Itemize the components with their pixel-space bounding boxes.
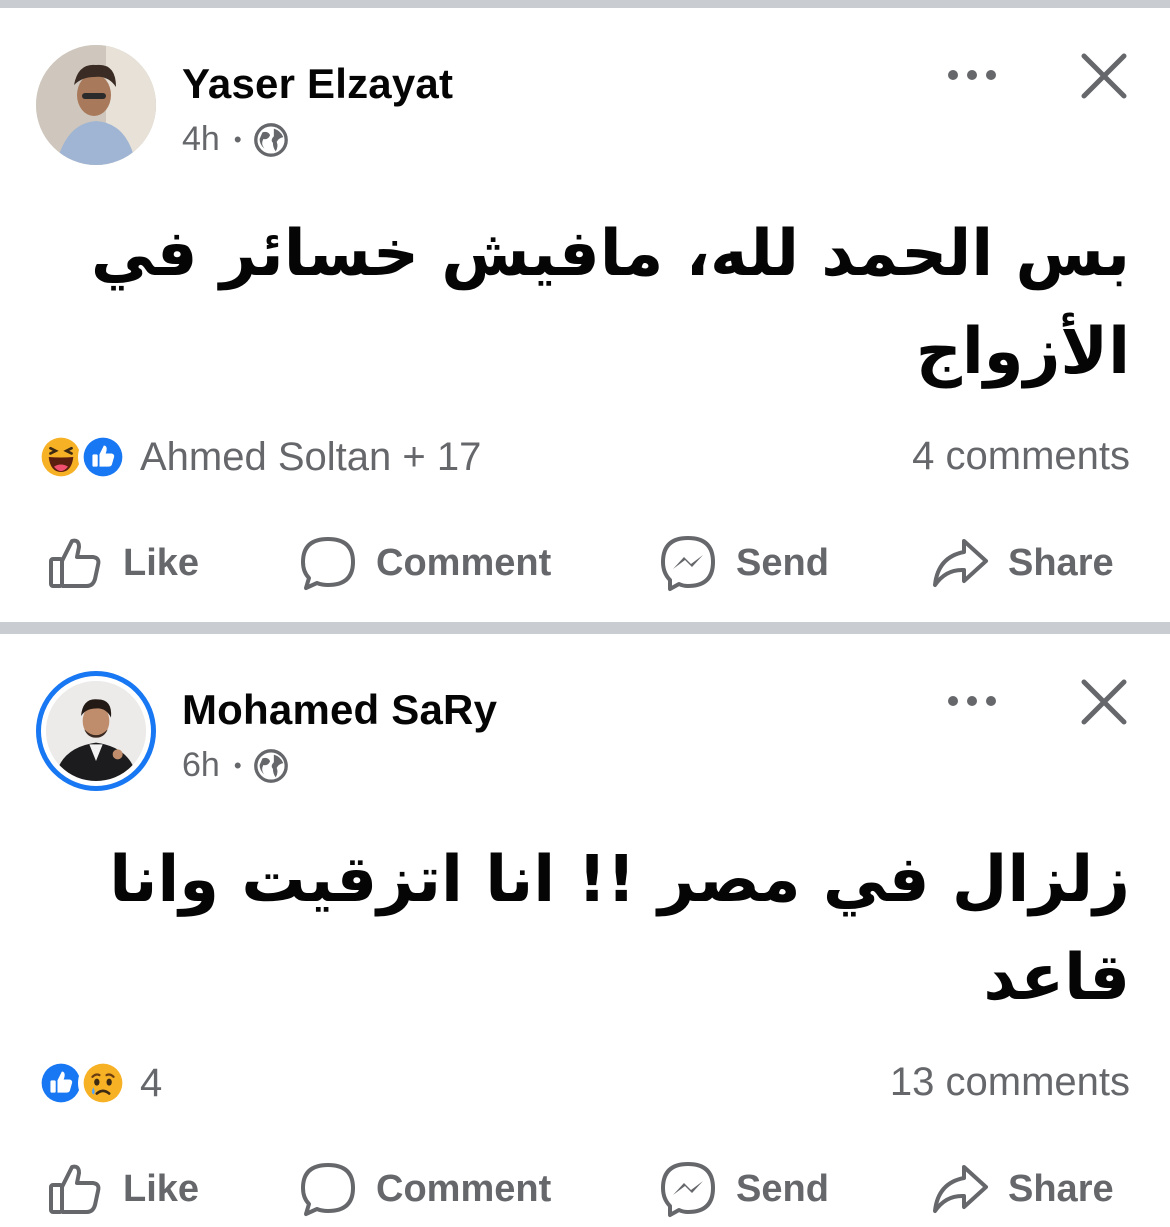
- post-text: بس الحمد لله، مافيش خسائر في الأزواج: [50, 205, 1130, 401]
- reactions-text[interactable]: Ahmed Soltan + 17: [140, 435, 481, 480]
- post-meta: 6h •: [182, 746, 290, 785]
- like-label: Like: [123, 1167, 200, 1210]
- reactions-summary[interactable]: 4: [36, 1058, 162, 1108]
- comment-button[interactable]: Comment: [298, 1154, 551, 1224]
- send-label: Send: [736, 541, 829, 584]
- send-button[interactable]: Send: [658, 1154, 829, 1224]
- post-text: زلزال في مصر !! انا اتزقيت وانا قاعد: [50, 831, 1130, 1027]
- comment-label: Comment: [376, 541, 552, 584]
- meta-separator: •: [233, 752, 242, 778]
- thumbs-up-icon: [49, 1164, 101, 1214]
- post-meta: 4h •: [182, 120, 290, 159]
- comment-icon: [301, 537, 355, 590]
- post-card: Mohamed SaRy 6h • زلزال في مصر !! انا ات…: [0, 626, 1170, 1227]
- comments-count[interactable]: 4 comments: [912, 434, 1130, 479]
- close-icon[interactable]: [1078, 676, 1130, 728]
- share-button[interactable]: Share: [930, 1154, 1114, 1224]
- action-bar: Like Comment Send Share: [0, 528, 1170, 598]
- share-button[interactable]: Share: [930, 528, 1114, 598]
- meta-separator: •: [233, 126, 242, 152]
- comment-icon: [301, 1163, 355, 1216]
- share-icon: [933, 539, 988, 587]
- post-text-line: قاعد: [983, 941, 1130, 1015]
- like-label: Like: [123, 541, 200, 584]
- avatar-photo-icon: [36, 45, 156, 165]
- action-bar: Like Comment Send Share: [0, 1154, 1170, 1224]
- reactions-text[interactable]: 4: [140, 1061, 162, 1106]
- post-card: Yaser Elzayat 4h • بس الحمد لله، مافيش خ…: [0, 0, 1170, 622]
- author-name[interactable]: Mohamed SaRy: [182, 686, 497, 734]
- post-text-line: زلزال في مصر !! انا اتزقيت وانا: [109, 843, 1130, 917]
- share-label: Share: [1008, 541, 1114, 584]
- more-options-icon[interactable]: [944, 681, 1000, 721]
- send-button[interactable]: Send: [658, 528, 829, 598]
- thumbs-up-icon: [49, 538, 101, 588]
- comments-count[interactable]: 13 comments: [890, 1060, 1130, 1105]
- post-text-line: بس الحمد لله، مافيش خسائر في: [90, 217, 1130, 291]
- more-options-icon[interactable]: [944, 55, 1000, 95]
- globe-icon: [253, 748, 288, 783]
- reactions-summary[interactable]: Ahmed Soltan + 17: [36, 432, 481, 482]
- comment-button[interactable]: Comment: [298, 528, 551, 598]
- avatar[interactable]: [36, 45, 156, 165]
- like-button[interactable]: Like: [45, 528, 199, 598]
- post-time[interactable]: 6h: [182, 746, 220, 785]
- share-icon: [933, 1165, 988, 1213]
- globe-icon: [253, 122, 288, 157]
- send-label: Send: [736, 1167, 829, 1210]
- sad-icon: [78, 1058, 128, 1108]
- avatar-photo-icon: [46, 681, 146, 781]
- like-button[interactable]: Like: [45, 1154, 199, 1224]
- share-label: Share: [1008, 1167, 1114, 1210]
- close-icon[interactable]: [1078, 50, 1130, 102]
- avatar[interactable]: [36, 671, 156, 791]
- messenger-icon: [661, 1162, 715, 1217]
- comment-label: Comment: [376, 1167, 552, 1210]
- messenger-icon: [661, 536, 715, 591]
- post-text-line: الأزواج: [915, 315, 1130, 389]
- post-time[interactable]: 4h: [182, 120, 220, 159]
- like-reaction-icon: [78, 432, 128, 482]
- author-name[interactable]: Yaser Elzayat: [182, 60, 453, 108]
